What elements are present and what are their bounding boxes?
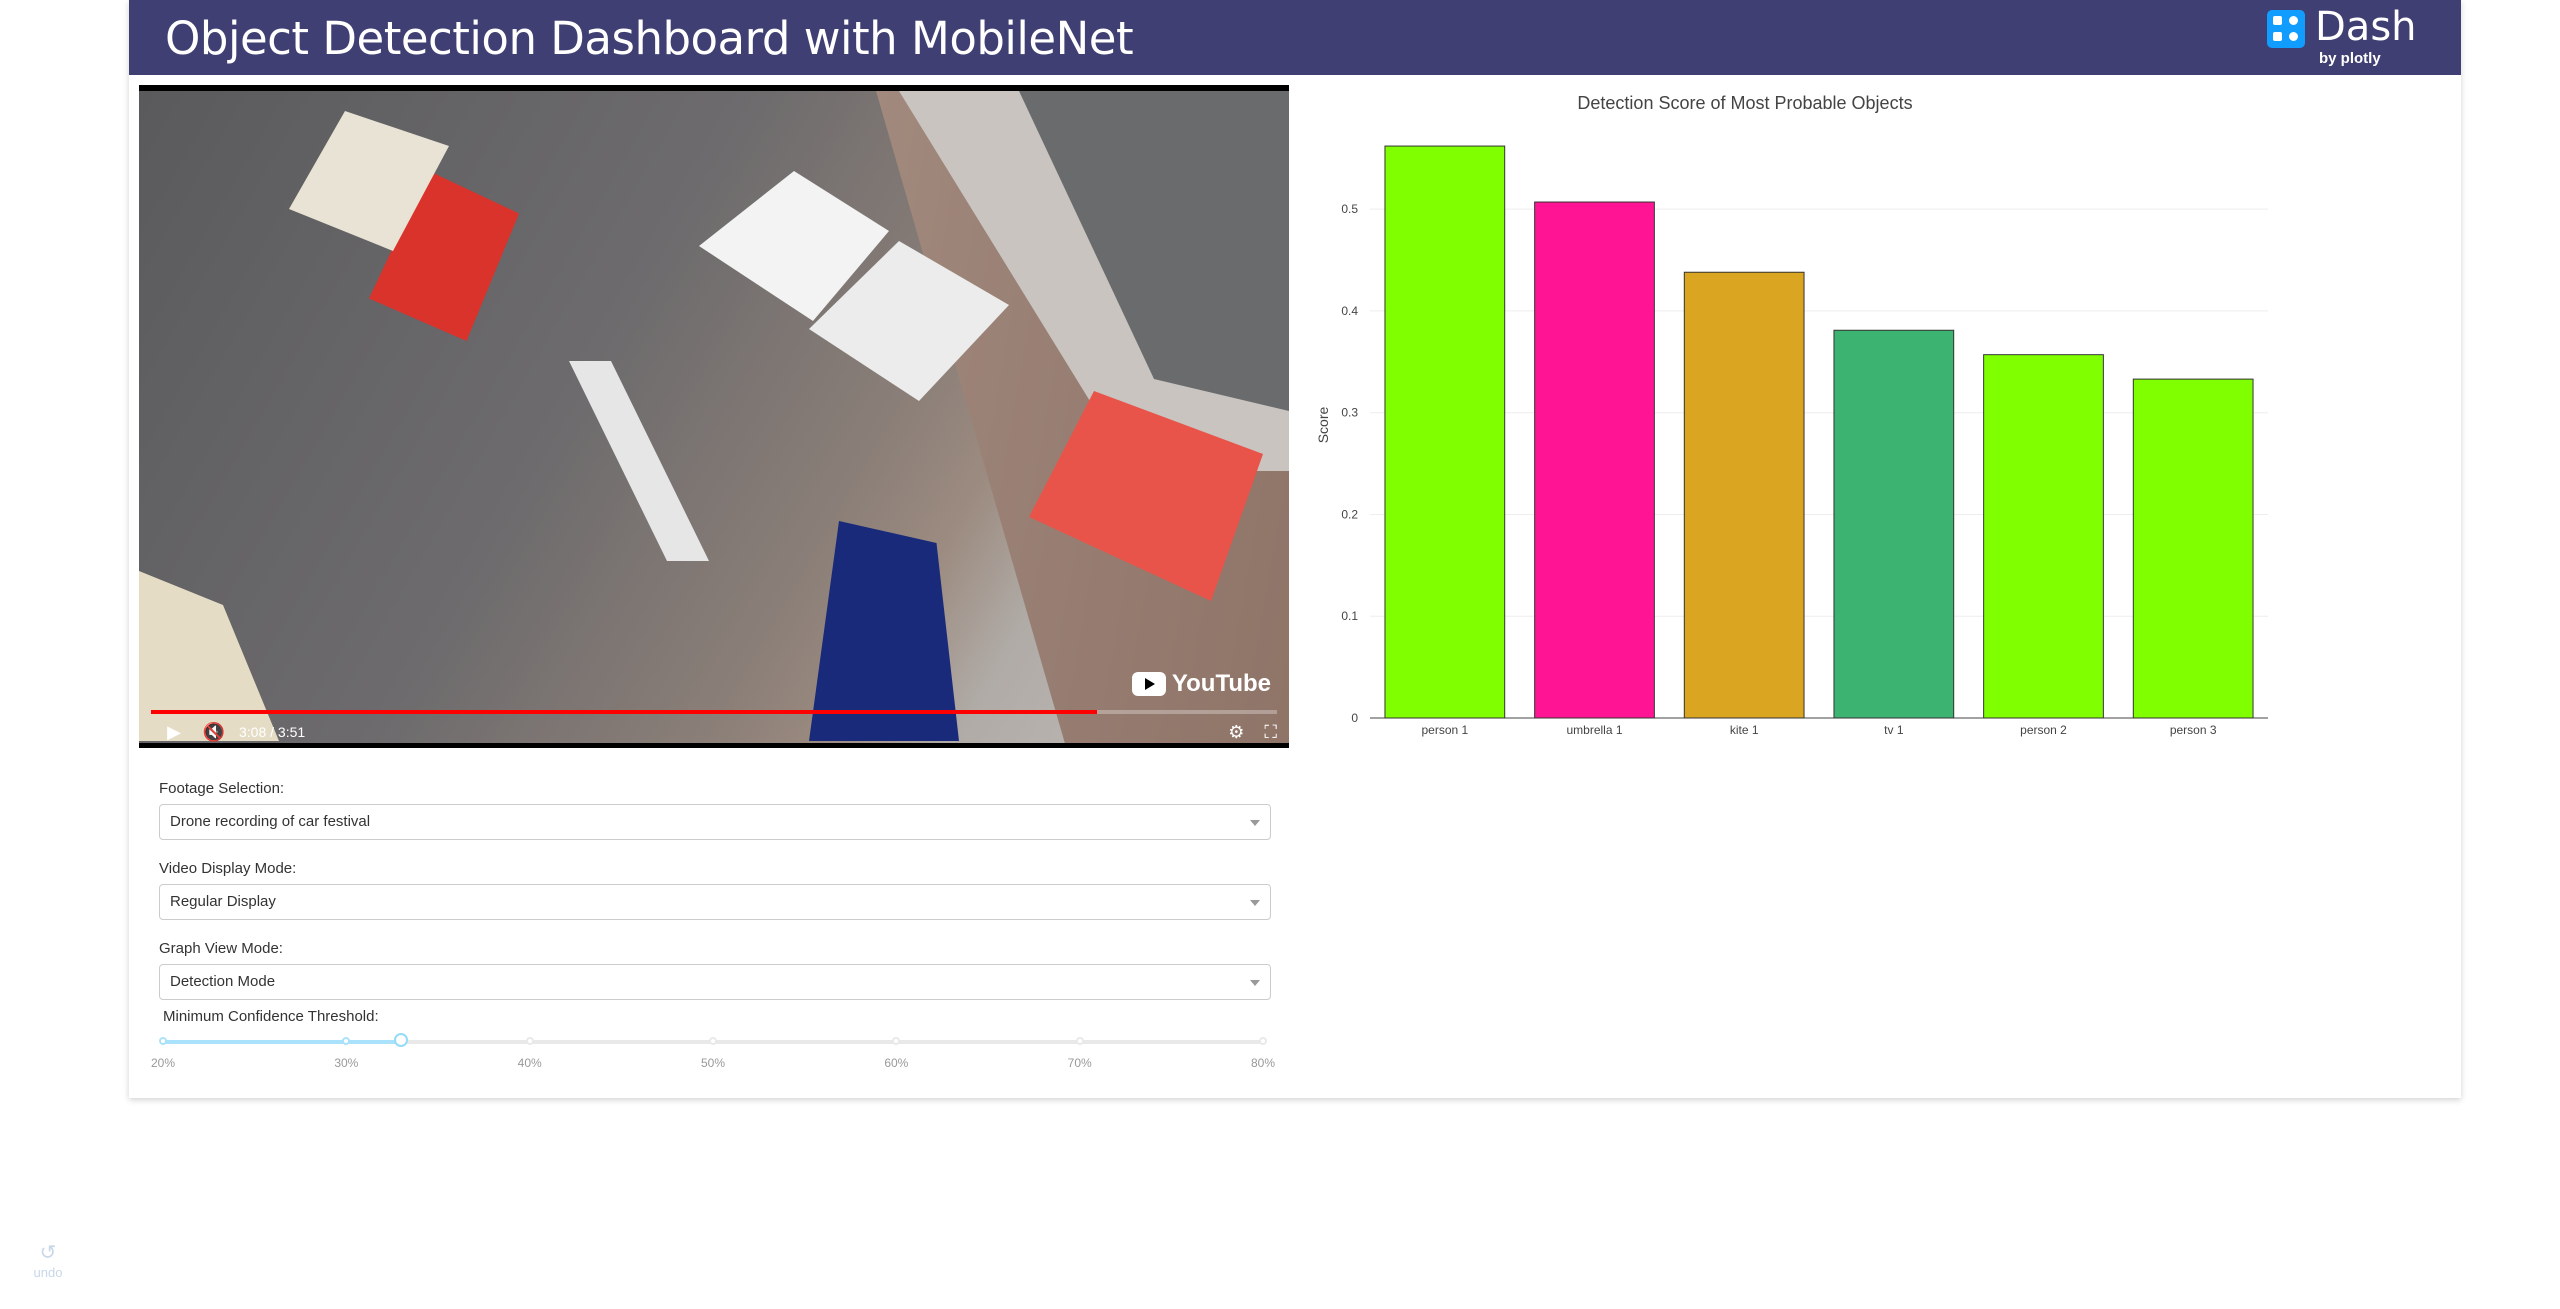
slider-mark-label[interactable]: 20% bbox=[151, 1056, 175, 1070]
bar[interactable] bbox=[1683, 271, 1805, 719]
play-icon[interactable]: ▶ bbox=[159, 722, 189, 743]
video-progress-fill bbox=[151, 710, 1097, 714]
threshold-label: Minimum Confidence Threshold: bbox=[163, 1008, 379, 1025]
x-tick-label: umbrella 1 bbox=[1566, 723, 1622, 737]
dash-logo-icon bbox=[2267, 10, 2305, 48]
dash-logo-sub: by plotly bbox=[2319, 50, 2381, 67]
dash-logo-word: Dash bbox=[2315, 4, 2417, 50]
youtube-play-icon bbox=[1131, 672, 1166, 696]
slider-handle[interactable] bbox=[394, 1033, 409, 1047]
video-time: 3:08 / 3:51 bbox=[239, 724, 306, 740]
y-tick-label: 0 bbox=[1351, 711, 1358, 725]
y-tick-label: 0.3 bbox=[1341, 406, 1358, 420]
threshold-slider[interactable]: Minimum Confidence Threshold: 20% 30% 40% 5… bbox=[151, 1008, 1275, 1070]
x-tick-label: kite 1 bbox=[1730, 723, 1759, 737]
chevron-down-icon bbox=[1250, 900, 1260, 906]
slider-mark-label[interactable]: 60% bbox=[884, 1056, 908, 1070]
detection-chart: Detection Score of Most Probable Objects… bbox=[1170, 85, 2320, 765]
undo-icon: ↺ bbox=[39, 1242, 57, 1264]
graph-mode-dropdown[interactable]: Detection Mode bbox=[159, 964, 1271, 1000]
slider-dot[interactable] bbox=[1259, 1037, 1267, 1045]
y-tick-label: 0.1 bbox=[1341, 609, 1358, 623]
graph-mode-value: Detection Mode bbox=[170, 973, 276, 990]
video-frame bbox=[139, 91, 1289, 743]
graph-mode-label: Graph View Mode: bbox=[159, 940, 283, 957]
x-tick-label: person 1 bbox=[1421, 723, 1468, 737]
chart-title: Detection Score of Most Probable Objects bbox=[1577, 93, 1912, 113]
footage-label: Footage Selection: bbox=[159, 780, 285, 797]
bar[interactable] bbox=[1983, 354, 2104, 719]
undo-button[interactable]: ↺ undo bbox=[30, 1240, 66, 1280]
slider-dot[interactable] bbox=[1075, 1037, 1084, 1045]
bar[interactable] bbox=[1833, 329, 1955, 719]
bar[interactable] bbox=[1534, 201, 1655, 719]
video-player[interactable]: YouTube ▶ 🔇 3:08 / 3:51 ⚙ ⛶ bbox=[139, 85, 1289, 748]
bar-chart-svg: Detection Score of Most Probable Objects… bbox=[1315, 93, 2268, 737]
video-controls: ▶ 🔇 3:08 / 3:51 ⚙ ⛶ bbox=[139, 716, 1289, 748]
y-tick-label: 0.5 bbox=[1341, 202, 1358, 216]
controls-panel: Footage Selection: Drone recording of ca… bbox=[151, 780, 1275, 1070]
display-mode-value: Regular Display bbox=[170, 893, 276, 910]
mute-icon[interactable]: 🔇 bbox=[199, 722, 229, 743]
slider-mark-label[interactable]: 80% bbox=[1251, 1056, 1275, 1070]
footage-value: Drone recording of car festival bbox=[170, 813, 371, 830]
slider-dot[interactable] bbox=[709, 1037, 717, 1045]
dash-logo[interactable]: Dash by plotly bbox=[2267, 4, 2417, 68]
slider-dot[interactable] bbox=[525, 1037, 534, 1045]
chevron-down-icon bbox=[1250, 980, 1260, 986]
slider-mark-label[interactable]: 30% bbox=[334, 1056, 358, 1070]
slider-fill bbox=[163, 1040, 402, 1044]
y-tick-label: 0.4 bbox=[1341, 304, 1358, 318]
x-tick-label: tv 1 bbox=[1884, 723, 1904, 737]
slider-mark-label[interactable]: 40% bbox=[518, 1056, 542, 1070]
bar[interactable] bbox=[1384, 145, 1506, 719]
x-tick-label: person 2 bbox=[2020, 723, 2067, 737]
chevron-down-icon bbox=[1250, 820, 1260, 826]
slider-dot[interactable] bbox=[159, 1037, 167, 1045]
y-axis-label: Score bbox=[1315, 407, 1331, 444]
display-mode-dropdown[interactable]: Regular Display bbox=[159, 884, 1271, 920]
display-mode-label: Video Display Mode: bbox=[159, 860, 297, 877]
footage-dropdown[interactable]: Drone recording of car festival bbox=[159, 804, 1271, 840]
header-bar: Object Detection Dashboard with MobileNe… bbox=[129, 0, 2461, 75]
slider-mark-label[interactable]: 70% bbox=[1068, 1056, 1092, 1070]
undo-label: undo bbox=[33, 1265, 63, 1280]
video-progress-bar[interactable] bbox=[151, 710, 1277, 714]
x-tick-label: person 3 bbox=[2170, 723, 2217, 737]
page-title: Object Detection Dashboard with MobileNe… bbox=[165, 12, 1134, 65]
bar[interactable] bbox=[2132, 378, 2254, 719]
y-tick-label: 0.2 bbox=[1341, 507, 1358, 521]
slider-mark-label[interactable]: 50% bbox=[701, 1056, 725, 1070]
